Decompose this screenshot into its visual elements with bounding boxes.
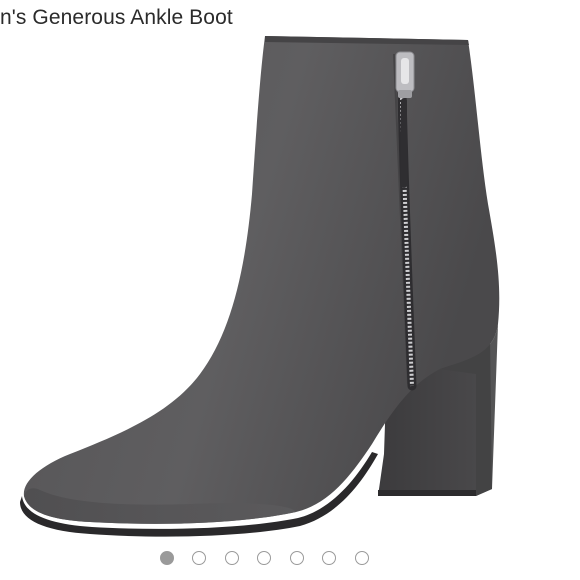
carousel-dot-3[interactable]: [225, 551, 239, 565]
product-screen: n's Generous Ankle Boot: [0, 0, 580, 580]
carousel-dot-6[interactable]: [322, 551, 336, 565]
product-title: n's Generous Ankle Boot: [0, 6, 233, 29]
image-carousel-indicator: [0, 548, 580, 570]
carousel-dot-1[interactable]: [160, 551, 174, 565]
carousel-dot-5[interactable]: [290, 551, 304, 565]
ankle-boot-image: [20, 36, 500, 537]
product-image[interactable]: [0, 34, 580, 540]
carousel-dot-4[interactable]: [257, 551, 271, 565]
carousel-dot-7[interactable]: [355, 551, 369, 565]
carousel-dot-2[interactable]: [192, 551, 206, 565]
